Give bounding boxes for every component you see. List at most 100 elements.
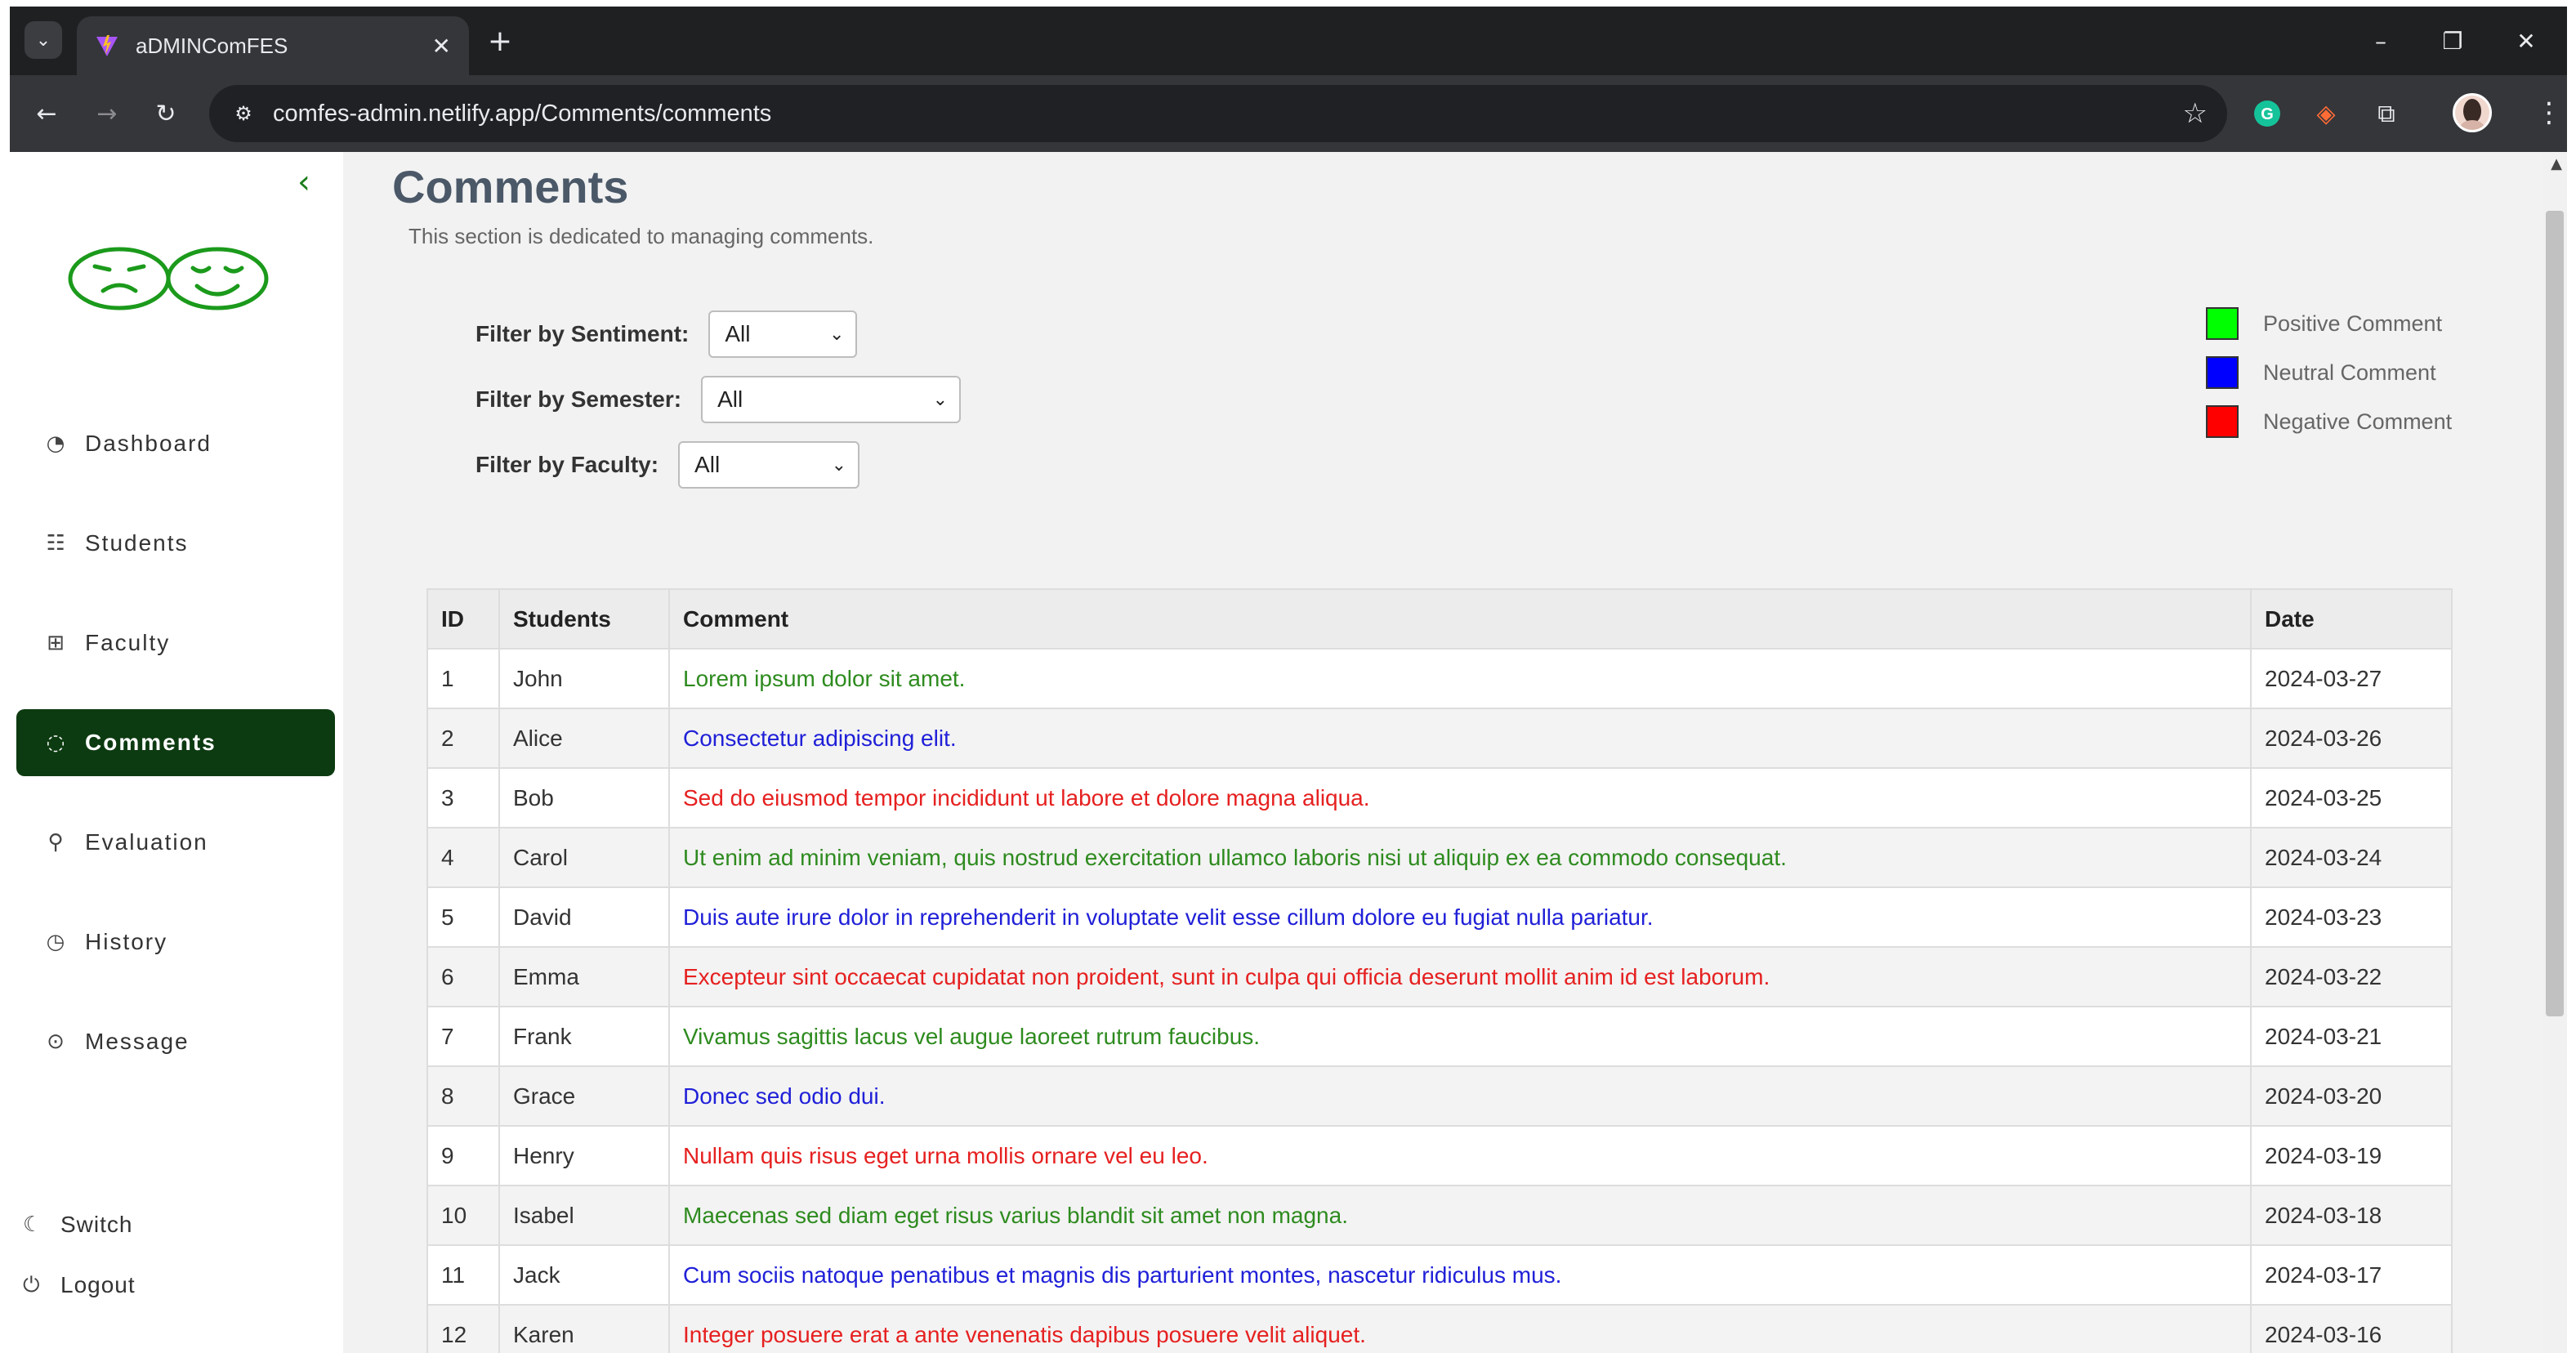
address-bar[interactable]: ⚙ comfes-admin.netlify.app/Comments/comm… (209, 85, 2227, 142)
cell-comment: Consectetur adipiscing elit. (668, 708, 2252, 769)
back-button[interactable]: ← (28, 95, 65, 132)
switch-label: Switch (60, 1212, 133, 1237)
table-row[interactable]: 9 Henry Nullam quis risus eget urna mollis… (426, 1125, 2453, 1186)
vite-favicon-icon (96, 35, 118, 56)
legend-swatch (2206, 405, 2239, 438)
sentiment-filter: Filter by Sentiment: All ⌄ (475, 310, 858, 358)
cell-id: 8 (426, 1065, 500, 1127)
vertical-scrollbar[interactable]: ▲ (2543, 152, 2567, 1353)
cell-id: 7 (426, 1006, 500, 1067)
table-row[interactable]: 1 John Lorem ipsum dolor sit amet. 2024-03-… (426, 648, 2453, 709)
sidebar-item-history[interactable]: ◷ History (16, 909, 335, 976)
url-text[interactable]: comfes-admin.netlify.app/Comments/commen… (273, 100, 2183, 127)
table-row[interactable]: 7 Frank Vivamus sagittis lacus vel augue l… (426, 1006, 2453, 1067)
logout-icon: ⏻ (23, 1272, 41, 1297)
logout-button[interactable]: ⏻ Logout (23, 1265, 136, 1306)
extensions-puzzle-icon[interactable]: ⧉ (2368, 95, 2405, 132)
cell-date: 2024-03-17 (2250, 1244, 2453, 1306)
bookmark-star-icon[interactable]: ☆ (2183, 97, 2208, 130)
cell-id: 6 (426, 946, 500, 1007)
sidebar-item-comments[interactable]: ◌ Comments (16, 709, 335, 776)
table-row[interactable]: 12 Karen Integer posuere erat a ante venen… (426, 1304, 2453, 1353)
browser-toolbar: ← → ↻ ⚙ comfes-admin.netlify.app/Comment… (10, 75, 2567, 152)
tab-search-button[interactable]: ⌄ (25, 21, 62, 59)
cell-date: 2024-03-19 (2250, 1125, 2453, 1186)
site-info-icon[interactable]: ⚙ (229, 99, 258, 128)
cell-comment: Duis aute irure dolor in reprehenderit i… (668, 886, 2252, 948)
table-row[interactable]: 5 David Duis aute irure dolor in reprehend… (426, 886, 2453, 948)
sentiment-filter-label: Filter by Sentiment: (475, 321, 690, 346)
table-row[interactable]: 4 Carol Ut enim ad minim veniam, quis nost… (426, 827, 2453, 888)
cell-id: 12 (426, 1304, 500, 1353)
cell-comment: Maecenas sed diam eget risus varius blan… (668, 1185, 2252, 1246)
cell-student: John (498, 648, 670, 709)
switch-theme-button[interactable]: ☾ Switch (23, 1204, 132, 1245)
faculty-select[interactable]: All ⌄ (678, 441, 860, 489)
cell-date: 2024-03-23 (2250, 886, 2453, 948)
cell-id: 5 (426, 886, 500, 948)
table-row[interactable]: 2 Alice Consectetur adipiscing elit. 2024-0… (426, 708, 2453, 769)
cell-date: 2024-03-25 (2250, 767, 2453, 828)
cell-student: Karen (498, 1304, 670, 1353)
collapse-sidebar-icon[interactable]: ‹ (297, 163, 310, 201)
chat-icon: ◌ (46, 730, 67, 755)
message-dots-icon: ⊙ (47, 1029, 66, 1054)
header-id: ID (426, 588, 500, 650)
minimize-button[interactable]: – (2364, 25, 2397, 57)
legend-label: Positive Comment (2263, 310, 2443, 336)
table-row[interactable]: 8 Grace Donec sed odio dui. 2024-03-20 (426, 1065, 2453, 1127)
sentiment-legend: Positive Comment Neutral Comment Negativ… (2206, 299, 2452, 446)
cell-student: Henry (498, 1125, 670, 1186)
chevron-down-icon: ⌄ (932, 389, 949, 410)
forward-button[interactable]: → (88, 95, 126, 132)
cell-date: 2024-03-26 (2250, 708, 2453, 769)
table-row[interactable]: 6 Emma Excepteur sint occaecat cupidatat n… (426, 946, 2453, 1007)
sentiment-select[interactable]: All ⌄ (708, 310, 858, 358)
header-comment: Comment (668, 588, 2252, 650)
sidebar: ‹ ◔ Dashboard ☷ Students ⊞ Faculty ◌ Com… (10, 152, 343, 1353)
cell-comment: Vivamus sagittis lacus vel augue laoreet… (668, 1006, 2252, 1067)
reload-button[interactable]: ↻ (147, 95, 185, 132)
browser-menu-icon[interactable]: ⋮ (2533, 93, 2565, 132)
scrollbar-thumb[interactable] (2546, 211, 2564, 1016)
header-date: Date (2250, 588, 2453, 650)
cell-comment: Lorem ipsum dolor sit amet. (668, 648, 2252, 709)
tab-close-icon[interactable]: ✕ (432, 33, 451, 60)
profile-avatar[interactable] (2453, 93, 2492, 132)
table-row[interactable]: 3 Bob Sed do eiusmod tempor incididunt ut … (426, 767, 2453, 828)
extension-icon[interactable]: ◈ (2307, 95, 2345, 132)
sidebar-item-evaluation[interactable]: ⚲ Evaluation (16, 809, 335, 876)
browser-tab[interactable]: aDMINComFES ✕ (77, 16, 469, 75)
grammarly-extension-icon[interactable]: G (2248, 95, 2286, 132)
table-row[interactable]: 11 Jack Cum sociis natoque penatibus et ma… (426, 1244, 2453, 1306)
faculty-select-value: All (694, 452, 721, 477)
new-tab-button[interactable]: + (482, 23, 518, 59)
sidebar-item-dashboard[interactable]: ◔ Dashboard (16, 410, 335, 477)
cell-id: 9 (426, 1125, 500, 1186)
legend-label: Neutral Comment (2263, 359, 2436, 385)
faculty-filter-label: Filter by Faculty: (475, 452, 659, 477)
sidebar-item-students[interactable]: ☷ Students (16, 510, 335, 577)
sidebar-item-label: Evaluation (85, 829, 208, 855)
scroll-up-arrow-icon[interactable]: ▲ (2551, 155, 2562, 172)
comments-table: ID Students Comment Date 1 John Lorem ipsu… (426, 588, 2453, 1353)
sidebar-item-label: Dashboard (85, 431, 212, 456)
sidebar-item-faculty[interactable]: ⊞ Faculty (16, 610, 335, 676)
semester-select[interactable]: All ⌄ (701, 376, 962, 423)
legend-swatch (2206, 307, 2239, 340)
legend-positive: Positive Comment (2206, 299, 2452, 348)
close-window-button[interactable]: ✕ (2510, 25, 2543, 57)
legend-swatch (2206, 356, 2239, 389)
person-search-icon: ⚲ (47, 830, 65, 855)
grid-icon: ⊞ (47, 631, 66, 655)
legend-neutral: Neutral Comment (2206, 348, 2452, 397)
sidebar-item-message[interactable]: ⊙ Message (16, 1008, 335, 1075)
header-students: Students (498, 588, 670, 650)
cell-id: 10 (426, 1185, 500, 1246)
cell-student: Jack (498, 1244, 670, 1306)
cell-id: 4 (426, 827, 500, 888)
cell-student: Alice (498, 708, 670, 769)
cell-date: 2024-03-16 (2250, 1304, 2453, 1353)
restore-button[interactable]: ❐ (2436, 25, 2469, 57)
table-row[interactable]: 10 Isabel Maecenas sed diam eget risus var… (426, 1185, 2453, 1246)
